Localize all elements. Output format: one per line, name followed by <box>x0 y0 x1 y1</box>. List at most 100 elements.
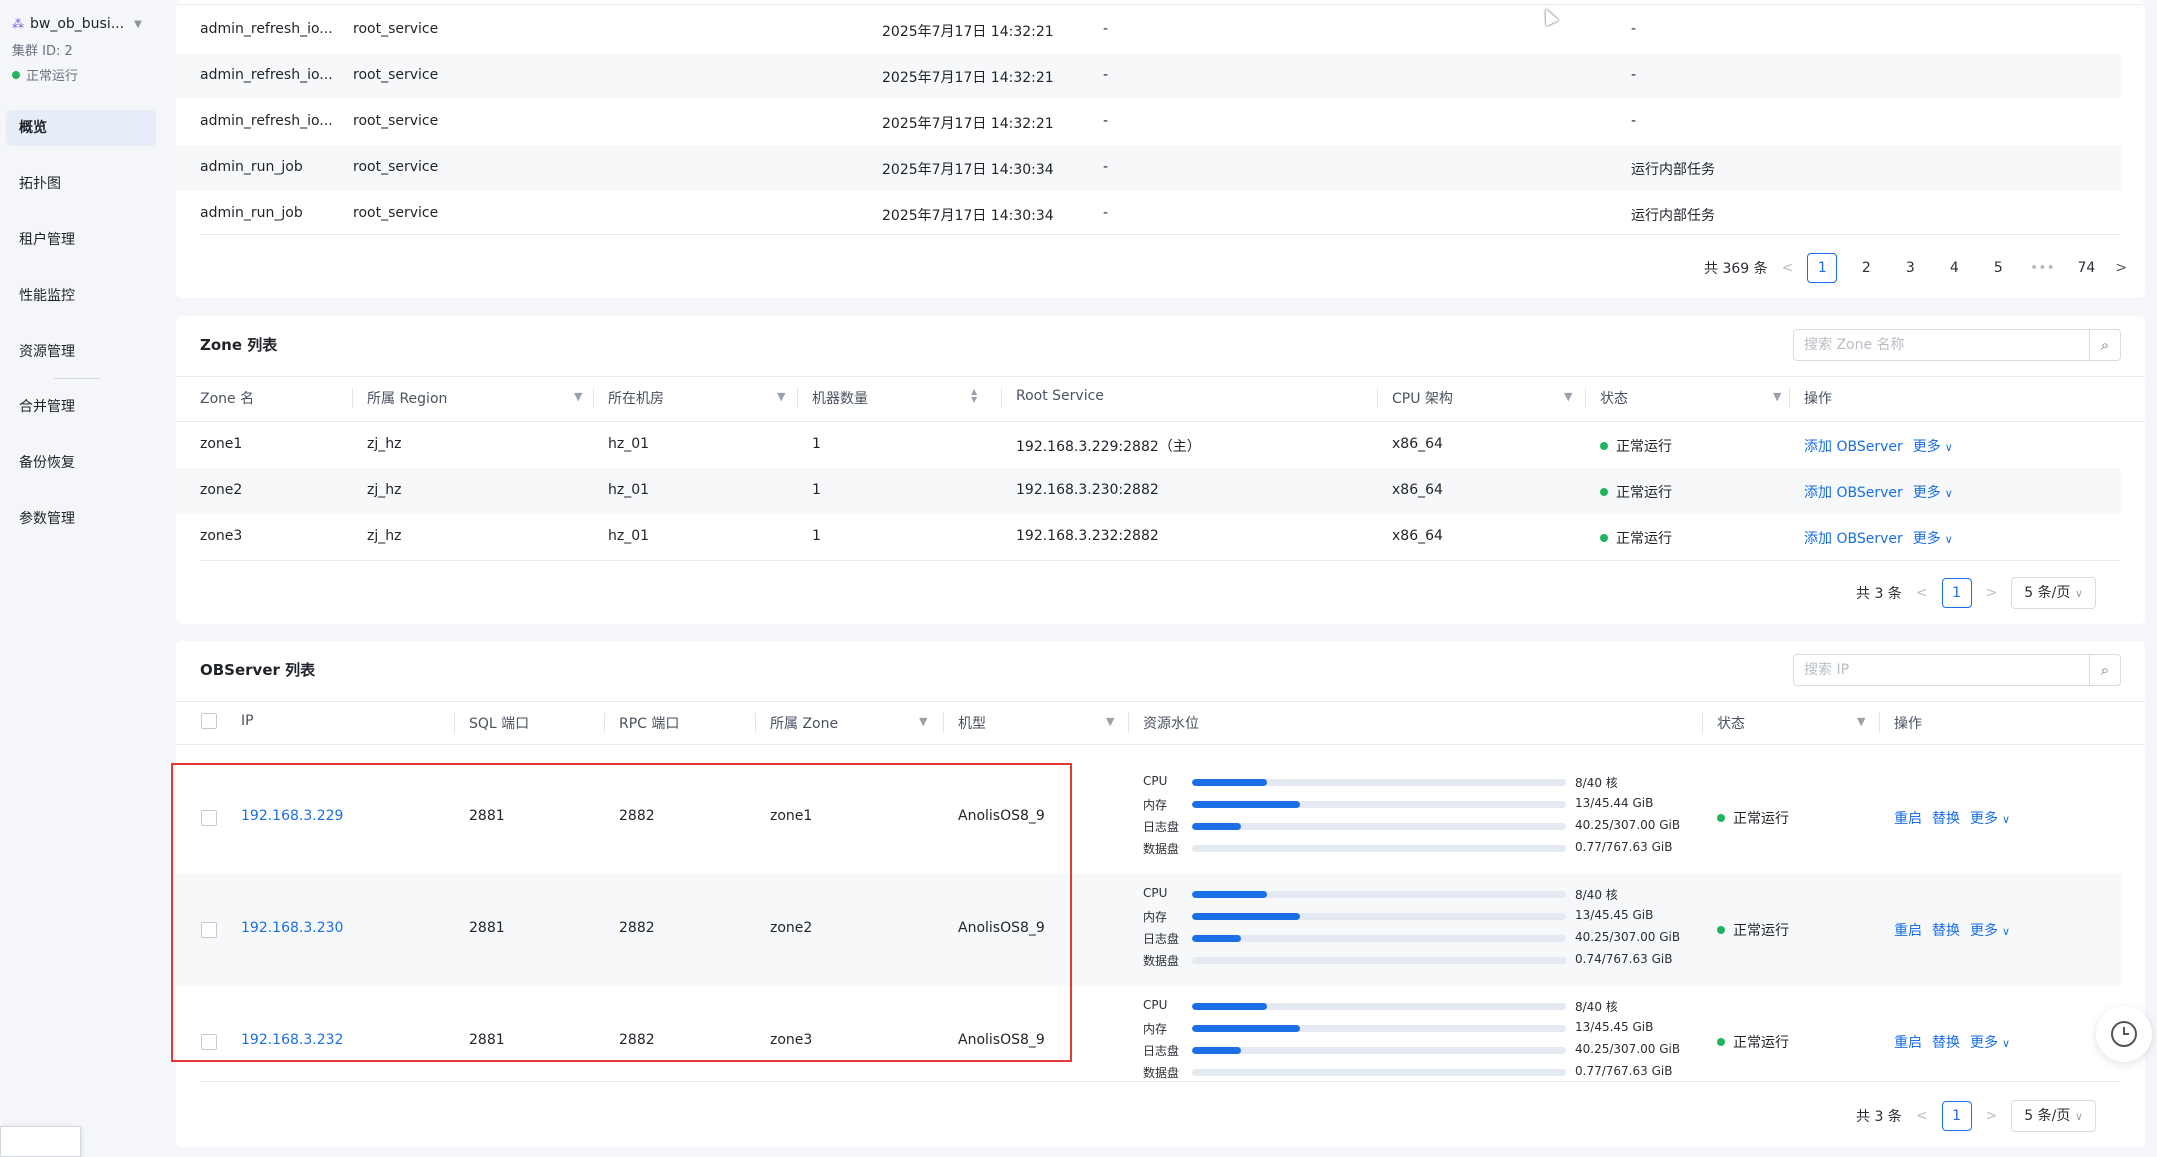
resource-value: 0.77/767.63 GiB <box>1575 1064 1673 1078</box>
replace-link[interactable]: 替换 <box>1932 920 1960 940</box>
restart-link[interactable]: 重启 <box>1894 808 1922 828</box>
status-dot-icon <box>1600 488 1608 496</box>
table-cell: 192.168.3.229:2882（主） <box>1016 439 1201 455</box>
page-button[interactable]: 5 <box>1983 253 2013 283</box>
page-button[interactable]: 74 <box>2071 253 2101 283</box>
corner-widget <box>0 1126 81 1157</box>
observer-search: ⌕ <box>1793 654 2121 686</box>
resource-label: 日志盘 <box>1143 932 1180 946</box>
search-icon[interactable]: ⌕ <box>2089 655 2120 685</box>
table-row: zone3 zj_hz hz_01 1 192.168.3.232:2882 x86_64… <box>176 514 2121 560</box>
filter-icon[interactable]: ▼ <box>919 715 927 728</box>
sidebar-item-overview[interactable]: 概览 <box>6 110 156 146</box>
select-all-checkbox[interactable] <box>201 713 217 729</box>
sidebar-item-merge[interactable]: 合并管理 <box>6 389 156 425</box>
more-dropdown[interactable]: 更多 ∨ <box>1970 808 2010 828</box>
prev-page-icon[interactable]: < <box>1782 260 1794 276</box>
add-observer-link[interactable]: 添加 OBServer <box>1804 482 1903 502</box>
zone-total: 共 3 条 <box>1856 586 1902 602</box>
add-observer-link[interactable]: 添加 OBServer <box>1804 436 1903 456</box>
filter-icon[interactable]: ▼ <box>1564 390 1572 403</box>
page-button[interactable]: 2 <box>1851 253 1881 283</box>
replace-link[interactable]: 替换 <box>1932 1032 1960 1052</box>
sidebar-item-backup[interactable]: 备份恢复 <box>6 445 156 481</box>
table-cell: admin_refresh_io... <box>200 113 333 129</box>
zone-search-input[interactable] <box>1794 330 2089 360</box>
table-cell: zj_hz <box>367 482 402 498</box>
chevron-down-icon: ∨ <box>1944 533 1953 546</box>
resource-bar <box>1192 1025 1566 1032</box>
table-cell: 2025年7月17日 14:32:21 <box>882 70 1054 86</box>
status-text: 正常运行 <box>1733 923 1789 939</box>
table-cell: root_service <box>353 205 439 221</box>
sort-icon[interactable]: ▲ ▼ <box>971 388 977 404</box>
more-dropdown[interactable]: 更多 ∨ <box>1913 436 1953 456</box>
page-ellipsis[interactable]: ••• <box>2027 253 2057 283</box>
page-button[interactable]: 1 <box>1941 1101 1972 1131</box>
cluster-status: 正常运行 <box>12 65 157 84</box>
zone-list-title: Zone 列表 <box>200 336 278 354</box>
zone-search: ⌕ <box>1793 329 2121 361</box>
column-divider <box>593 388 594 408</box>
more-dropdown[interactable]: 更多 ∨ <box>1970 1032 2010 1052</box>
table-cell: hz_01 <box>608 436 650 452</box>
status-dot-icon <box>1717 1038 1725 1046</box>
chevron-down-icon: ∨ <box>2074 1110 2083 1123</box>
more-dropdown[interactable]: 更多 ∨ <box>1913 528 1953 548</box>
sidebar-item-topology[interactable]: 拓扑图 <box>6 166 156 202</box>
page-button[interactable]: 4 <box>1939 253 1969 283</box>
ip-search-input[interactable] <box>1794 655 2089 685</box>
page-button[interactable]: 3 <box>1895 253 1925 283</box>
chevron-down-icon: ∨ <box>2002 813 2011 826</box>
next-page-icon[interactable]: > <box>2115 260 2127 276</box>
more-dropdown[interactable]: 更多 ∨ <box>1913 482 1953 502</box>
filter-icon[interactable]: ▼ <box>574 390 582 403</box>
filter-icon[interactable]: ▼ <box>777 390 785 403</box>
restart-link[interactable]: 重启 <box>1894 1032 1922 1052</box>
row-actions: 添加 OBServer 更多 ∨ <box>1804 436 1953 456</box>
page-size-value: 5 条/页 <box>2024 585 2071 601</box>
sidebar-item-tenants[interactable]: 租户管理 <box>6 222 156 258</box>
page-size-select[interactable]: 5 条/页 ∨ <box>2011 1100 2096 1132</box>
column-header: 所属 Zone <box>770 716 839 732</box>
prev-page-icon[interactable]: < <box>1916 1108 1928 1124</box>
prev-page-icon[interactable]: < <box>1916 585 1928 601</box>
table-cell: - <box>1631 21 1637 37</box>
next-page-icon[interactable]: > <box>1986 1108 1998 1124</box>
table-cell: 运行内部任务 <box>1631 208 1715 224</box>
table-row: zone2 zj_hz hz_01 1 192.168.3.230:2882 x86_64… <box>176 468 2121 514</box>
cluster-selector[interactable]: ⁂ bw_ob_busi... ▼ <box>12 14 157 34</box>
table-cell: x86_64 <box>1392 528 1443 544</box>
resource-value: 40.25/307.00 GiB <box>1575 818 1681 832</box>
row-actions: 添加 OBServer 更多 ∨ <box>1804 482 1953 502</box>
resource-bar <box>1192 957 1566 964</box>
history-button[interactable] <box>2096 1006 2152 1062</box>
filter-icon[interactable]: ▼ <box>1773 390 1781 403</box>
resource-bar <box>1192 801 1566 808</box>
restart-link[interactable]: 重启 <box>1894 920 1922 940</box>
resource-value: 0.77/767.63 GiB <box>1575 840 1673 854</box>
replace-link[interactable]: 替换 <box>1932 808 1960 828</box>
add-observer-link[interactable]: 添加 OBServer <box>1804 528 1903 548</box>
sidebar-item-performance[interactable]: 性能监控 <box>6 278 156 314</box>
next-page-icon[interactable]: > <box>1986 585 1998 601</box>
column-divider <box>352 388 353 408</box>
sidebar-item-params[interactable]: 参数管理 <box>6 501 156 537</box>
column-header: RPC 端口 <box>619 716 680 732</box>
page-button[interactable]: 1 <box>1941 578 1972 608</box>
filter-icon[interactable]: ▼ <box>1857 715 1865 728</box>
page-button[interactable]: 1 <box>1807 253 1838 283</box>
status-badge: 正常运行 <box>1717 1032 1789 1052</box>
sidebar-item-resources[interactable]: 资源管理 <box>6 334 156 370</box>
column-divider <box>454 713 455 733</box>
page-size-select[interactable]: 5 条/页 ∨ <box>2011 577 2096 609</box>
filter-icon[interactable]: ▼ <box>1106 715 1114 728</box>
more-dropdown[interactable]: 更多 ∨ <box>1970 920 2010 940</box>
column-header: 资源水位 <box>1143 716 1199 732</box>
column-divider <box>797 388 798 408</box>
resource-bar <box>1192 1069 1566 1076</box>
status-text: 正常运行 <box>1616 485 1672 501</box>
resource-value: 8/40 核 <box>1575 776 1618 790</box>
search-icon[interactable]: ⌕ <box>2089 330 2120 360</box>
resource-label: 内存 <box>1143 910 1168 924</box>
